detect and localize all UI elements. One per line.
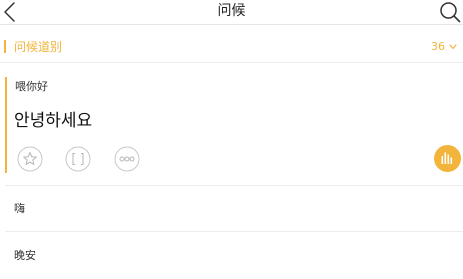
phrase-chinese: 晚安 [14,249,36,262]
page-title: 问候 [217,3,246,19]
audio-play-icon [441,152,453,164]
list-item[interactable]: 嗨 [0,186,463,232]
more-button[interactable] [114,146,140,172]
category-accent-bar [4,40,6,53]
category-label: 问候道别 [14,40,63,54]
category-bar[interactable]: 问候道别 36 [0,32,463,63]
more-icon [114,146,140,172]
search-icon [440,2,461,23]
chevron-down-icon [449,44,457,50]
favorite-button[interactable] [17,146,43,172]
phrase-chinese: 嗨 [14,202,25,215]
search-button[interactable] [437,0,463,24]
phrase-count: 36 [431,40,445,53]
divider [5,231,463,232]
chevron-left-icon [4,2,15,22]
back-button[interactable] [0,0,22,24]
phrase-chinese: 喂你好 [15,80,48,93]
phrase-korean: 안녕하세요 [14,111,93,131]
play-audio-button[interactable] [434,145,461,172]
fullscreen-button[interactable] [65,146,91,172]
app-header: 问候 [0,0,463,25]
star-icon [17,146,43,172]
list-item[interactable]: 晚安 [0,233,463,279]
card-accent-bar [5,77,7,173]
expanded-phrase-card[interactable]: 喂你好 안녕하세요 [0,77,463,186]
expand-icon [65,146,91,172]
